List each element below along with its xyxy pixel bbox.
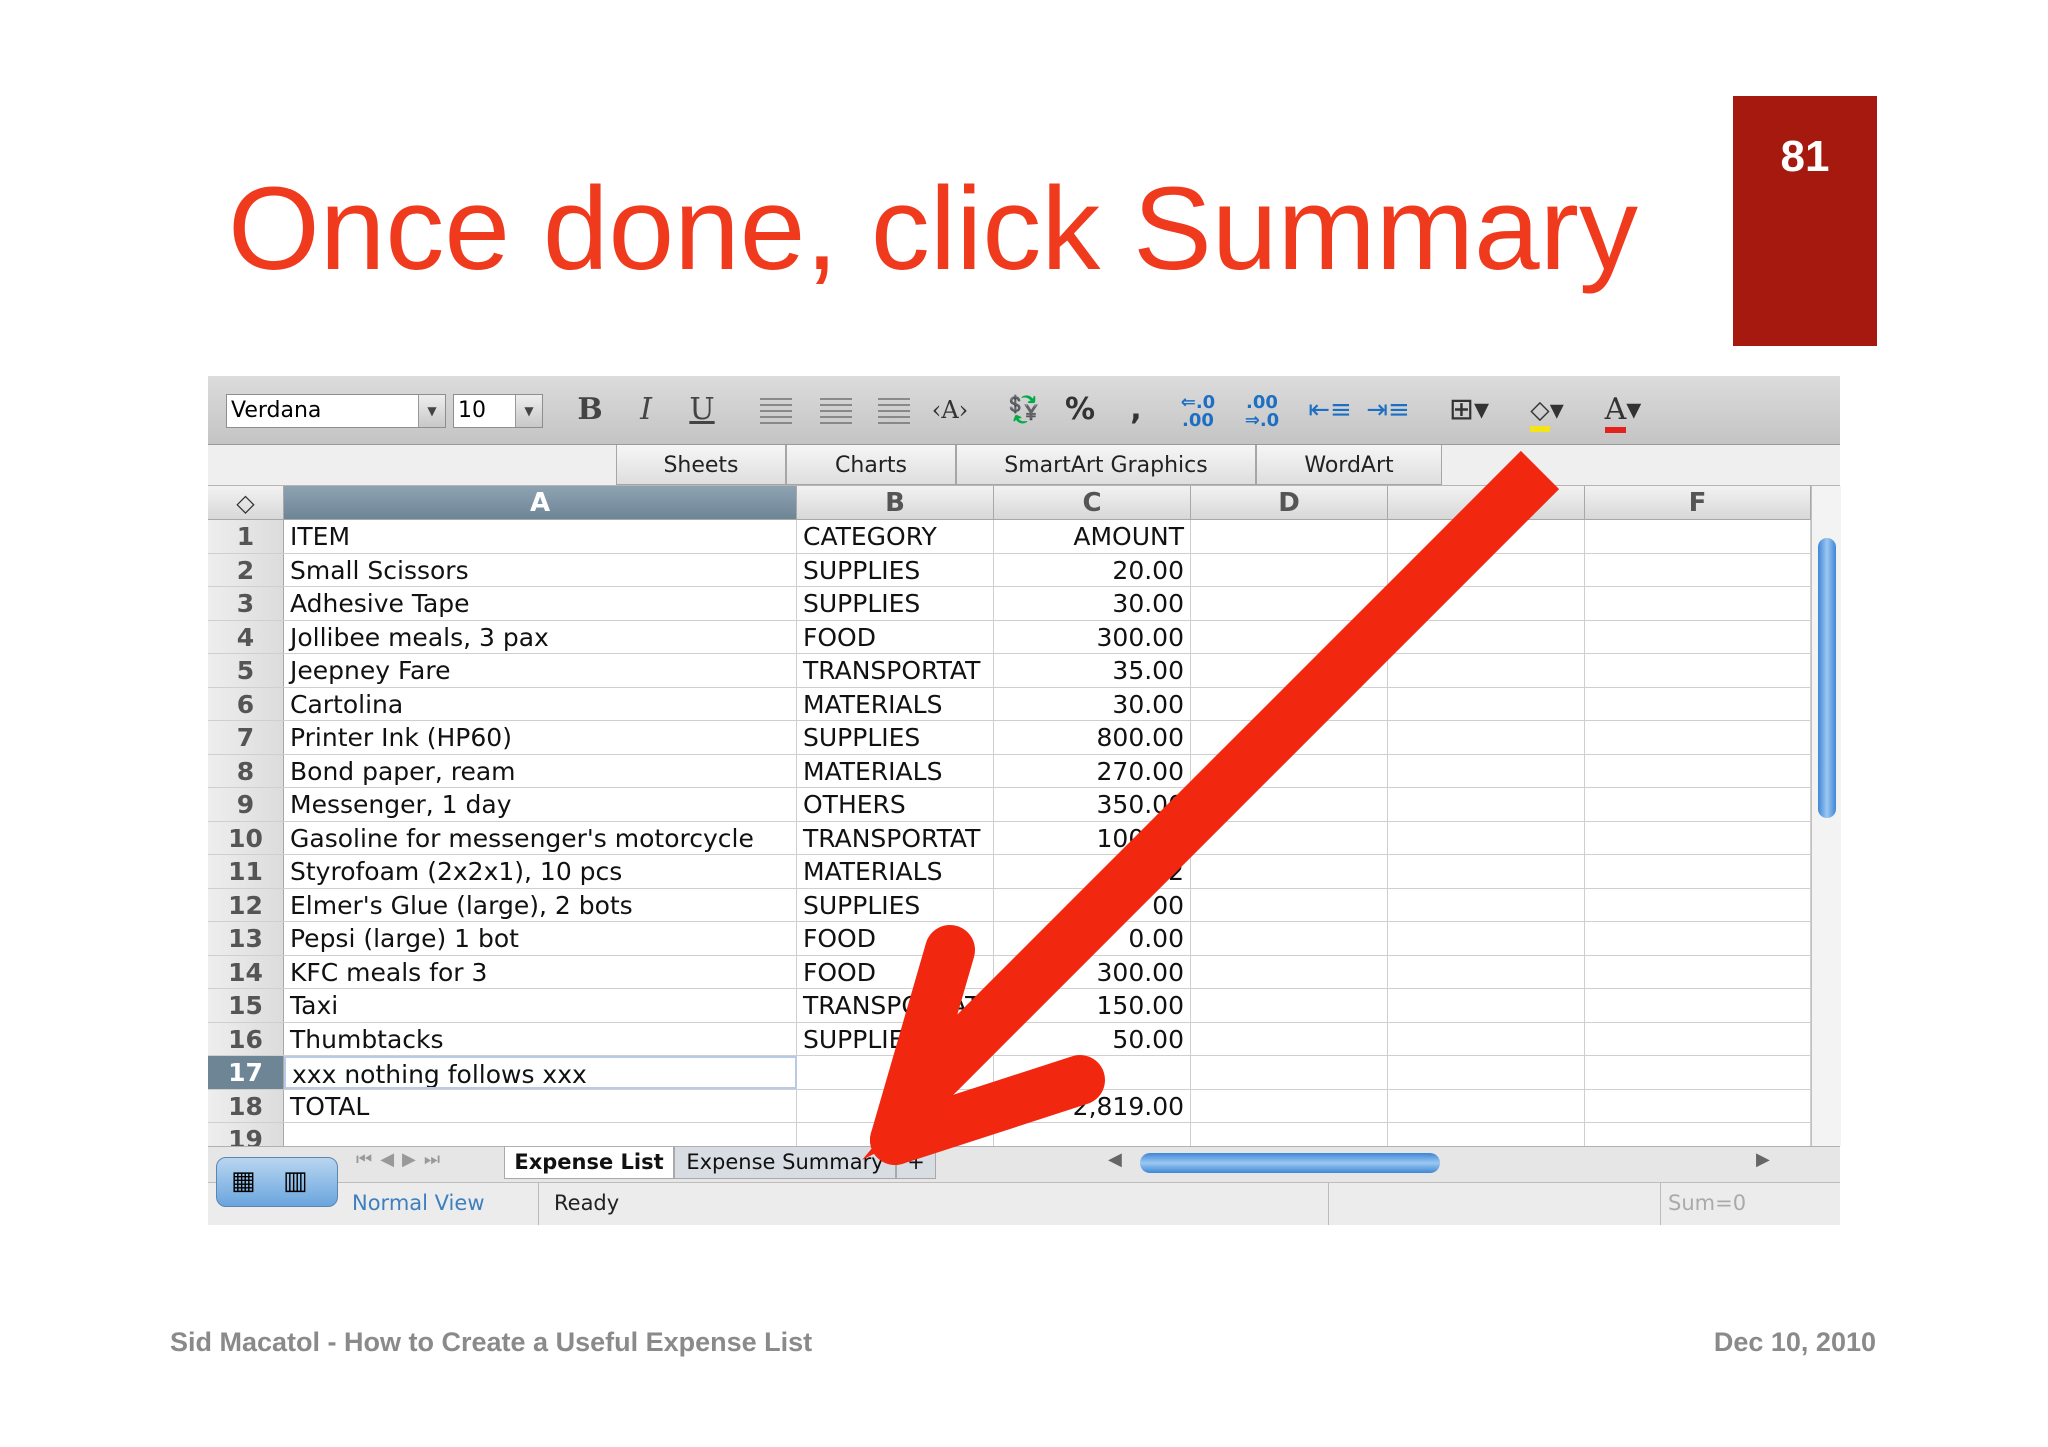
red-arrow-annotation: [862, 450, 1560, 1165]
arrow-shaft: [895, 450, 1560, 1115]
footer-author: Sid Macatol - How to Create a Useful Exp…: [170, 1327, 813, 1357]
footer-date: Dec 10, 2010: [1713, 1327, 1876, 1357]
